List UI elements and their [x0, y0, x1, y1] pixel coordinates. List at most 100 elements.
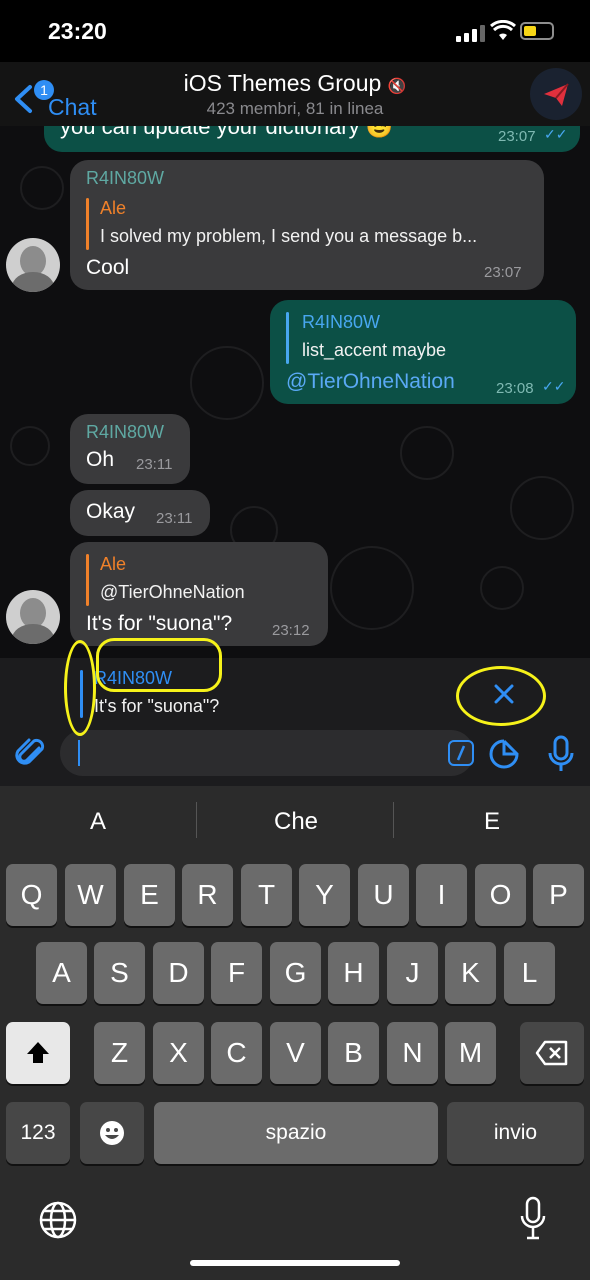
key-b[interactable]: B — [328, 1022, 379, 1084]
message-time: 23:07 — [498, 128, 536, 145]
message-time: 23:07 — [484, 264, 522, 281]
message-bubble-incoming[interactable]: Okay 23:11 — [70, 490, 210, 536]
annotation-highlight — [456, 666, 546, 726]
avatar[interactable] — [6, 238, 60, 292]
text-cursor — [78, 740, 80, 766]
suggestion-1[interactable]: A — [8, 808, 188, 836]
message-sender: R4IN80W — [86, 422, 165, 442]
message-text: Oh — [86, 448, 115, 471]
backspace-key[interactable] — [520, 1022, 584, 1084]
key-r[interactable]: R — [182, 864, 233, 926]
key-y[interactable]: Y — [299, 864, 350, 926]
key-t[interactable]: T — [241, 864, 292, 926]
key-h[interactable]: H — [328, 942, 379, 1004]
message-sender: R4IN80W — [86, 168, 165, 188]
attach-button[interactable] — [12, 734, 50, 772]
divider — [196, 802, 197, 838]
shift-icon — [27, 1042, 49, 1063]
message-text: Cool — [86, 256, 130, 279]
key-g[interactable]: G — [270, 942, 321, 1004]
battery-icon — [520, 22, 554, 40]
annotation-highlight — [64, 640, 96, 736]
sticker-button[interactable] — [488, 738, 520, 770]
status-bar: 23:20 — [0, 0, 590, 62]
key-p[interactable]: P — [533, 864, 584, 926]
suggestion-2[interactable]: Che — [206, 808, 386, 836]
group-avatar[interactable] — [530, 68, 582, 120]
reply-quote-text: I solved my problem, I send you a messag… — [100, 226, 478, 246]
signal-icon — [456, 24, 486, 42]
key-c[interactable]: C — [211, 1022, 262, 1084]
space-key[interactable]: spazio — [154, 1102, 438, 1164]
reply-quote-bar — [86, 554, 89, 606]
key-i[interactable]: I — [416, 864, 467, 926]
return-key[interactable]: invio — [447, 1102, 584, 1164]
divider — [393, 802, 394, 838]
message-time: 23:11 — [156, 510, 193, 527]
chat-subtitle: 423 membri, 81 in linea — [206, 99, 384, 118]
microphone-icon — [520, 1196, 546, 1240]
mute-icon: 🔇 — [387, 78, 407, 95]
key-n[interactable]: N — [387, 1022, 438, 1084]
message-text: It's for "suona"? — [86, 612, 233, 635]
voice-button[interactable] — [546, 734, 576, 774]
numbers-key[interactable]: 123 — [6, 1102, 70, 1164]
message-bubble-outgoing[interactable]: you can update your dictionary 😉 23:07 ✓… — [44, 126, 580, 152]
reply-preview-text: It's for "suona"? — [94, 696, 220, 716]
message-input[interactable] — [60, 730, 474, 776]
annotation-highlight — [96, 638, 222, 692]
backspace-icon — [535, 1040, 568, 1066]
dictation-button[interactable] — [518, 1196, 548, 1242]
reply-quote-bar — [86, 198, 89, 250]
key-a[interactable]: A — [36, 942, 87, 1004]
key-j[interactable]: J — [387, 942, 438, 1004]
keyboard: A Che E Q W E R T Y U I O P A S D F G H … — [0, 786, 590, 1280]
shift-key[interactable] — [6, 1022, 70, 1084]
message-time: 23:12 — [272, 622, 310, 639]
message-bubble-incoming[interactable]: R4IN80W Oh 23:11 — [70, 414, 190, 484]
key-l[interactable]: L — [504, 942, 555, 1004]
key-m[interactable]: M — [445, 1022, 496, 1084]
reply-quote-name: R4IN80W — [302, 312, 381, 332]
key-w[interactable]: W — [65, 864, 116, 926]
message-text: you can update your dictionary 😉 — [60, 126, 394, 139]
message-time: 23:08 — [496, 380, 534, 397]
reply-quote-text: @TierOhneNation — [100, 582, 245, 602]
status-time: 23:20 — [48, 18, 107, 44]
reply-quote-name: Ale — [100, 554, 127, 574]
home-indicator — [190, 1260, 400, 1266]
key-u[interactable]: U — [358, 864, 409, 926]
key-z[interactable]: Z — [94, 1022, 145, 1084]
message-bubble-incoming[interactable]: Ale @TierOhneNation It's for "suona"? 23… — [70, 542, 328, 646]
command-button[interactable] — [448, 740, 474, 766]
suggestion-3[interactable]: E — [402, 808, 582, 836]
key-f[interactable]: F — [211, 942, 262, 1004]
double-check-icon: ✓✓ — [544, 126, 568, 142]
key-d[interactable]: D — [153, 942, 204, 1004]
avatar[interactable] — [6, 590, 60, 644]
paperclip-icon — [15, 738, 45, 765]
message-mention[interactable]: @TierOhneNation — [286, 370, 455, 394]
slash-command-icon — [456, 745, 466, 761]
emoji-icon — [100, 1121, 124, 1145]
key-x[interactable]: X — [153, 1022, 204, 1084]
message-bubble-outgoing[interactable]: R4IN80W list_accent maybe @TierOhneNatio… — [270, 300, 576, 404]
message-bubble-incoming[interactable]: R4IN80W Ale I solved my problem, I send … — [70, 160, 544, 290]
chat-title-text: iOS Themes Group — [183, 70, 382, 96]
key-e[interactable]: E — [124, 864, 175, 926]
key-v[interactable]: V — [270, 1022, 321, 1084]
chat-title[interactable]: iOS Themes Group 🔇 — [0, 70, 590, 97]
globe-button[interactable] — [38, 1200, 78, 1240]
chat-messages[interactable]: you can update your dictionary 😉 23:07 ✓… — [0, 126, 590, 658]
key-o[interactable]: O — [475, 864, 526, 926]
message-text: Okay — [86, 500, 136, 523]
key-s[interactable]: S — [94, 942, 145, 1004]
key-k[interactable]: K — [445, 942, 496, 1004]
key-q[interactable]: Q — [6, 864, 57, 926]
emoji-key[interactable] — [80, 1102, 144, 1164]
double-check-icon: ✓✓ — [542, 378, 566, 394]
wifi-icon — [490, 19, 516, 47]
globe-icon — [39, 1201, 77, 1239]
reply-quote-name: Ale — [100, 198, 127, 218]
message-time: 23:11 — [136, 456, 173, 473]
